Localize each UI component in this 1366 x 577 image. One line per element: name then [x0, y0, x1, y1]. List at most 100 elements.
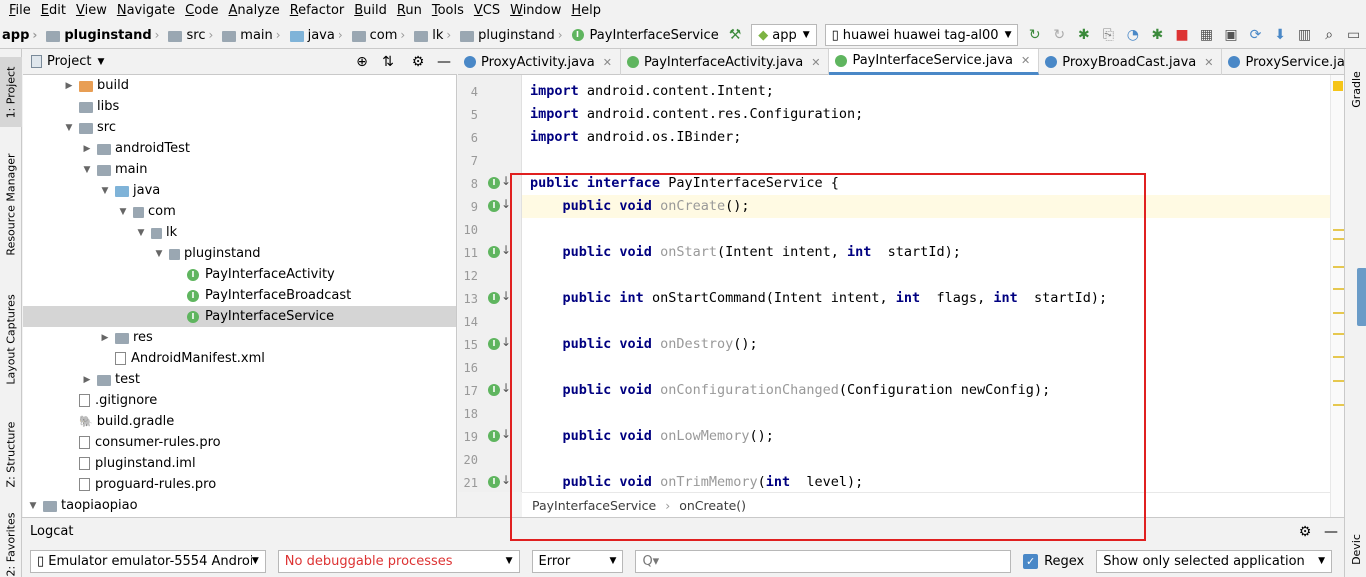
- tool-tab-project[interactable]: 1: Project: [0, 57, 22, 127]
- implemented-icon[interactable]: I: [488, 384, 500, 396]
- breadcrumb-item[interactable]: src ›: [168, 22, 222, 49]
- menu-analyze[interactable]: Analyze: [223, 0, 284, 22]
- menu-file[interactable]: File: [4, 0, 36, 22]
- project-structure-icon[interactable]: ▦: [1196, 24, 1217, 46]
- tree-item[interactable]: ▼ com: [23, 201, 456, 222]
- tree-item[interactable]: ▼ lk: [23, 222, 456, 243]
- collapsed-arrow-icon[interactable]: ▶: [81, 144, 93, 154]
- breadcrumb-item[interactable]: pluginstand ›: [46, 22, 168, 49]
- locate-icon[interactable]: ⊕: [351, 51, 373, 73]
- rerun-icon[interactable]: ↻: [1024, 24, 1045, 46]
- breadcrumb-item[interactable]: java ›: [289, 22, 352, 49]
- gear-icon[interactable]: ⚙: [407, 51, 429, 73]
- collapsed-arrow-icon[interactable]: ▶: [63, 81, 75, 91]
- tree-item[interactable]: consumer-rules.pro: [23, 432, 456, 453]
- warning-indicator-icon[interactable]: [1333, 81, 1343, 91]
- menu-window[interactable]: Window: [505, 0, 566, 22]
- tree-item[interactable]: proguard-rules.pro: [23, 474, 456, 495]
- gear-icon[interactable]: ⚙: [1294, 521, 1316, 543]
- apply-changes-icon[interactable]: ↻: [1049, 24, 1070, 46]
- sync-icon[interactable]: ⟳: [1245, 24, 1266, 46]
- menu-navigate[interactable]: Navigate: [112, 0, 180, 22]
- marker[interactable]: [1333, 404, 1344, 406]
- menu-help[interactable]: Help: [566, 0, 606, 22]
- menu-view[interactable]: View: [71, 0, 112, 22]
- tab-proxybroadcast[interactable]: ProxyBroadCast.java ✕: [1039, 49, 1223, 75]
- avd-manager-icon[interactable]: ▣: [1221, 24, 1242, 46]
- regex-checkbox[interactable]: ✓: [1023, 553, 1039, 569]
- tab-payinterfaceservice[interactable]: PayInterfaceService.java ✕: [829, 49, 1040, 75]
- tree-item[interactable]: AndroidManifest.xml: [23, 348, 456, 369]
- marker[interactable]: [1333, 238, 1344, 240]
- tree-item[interactable]: I PayInterfaceBroadcast: [23, 285, 456, 306]
- tree-item[interactable]: ▶ res: [23, 327, 456, 348]
- marker[interactable]: [1333, 312, 1344, 314]
- tree-item[interactable]: ▼ java: [23, 180, 456, 201]
- collapsed-arrow-icon[interactable]: ▶: [99, 333, 111, 343]
- breadcrumb-item[interactable]: lk ›: [414, 22, 460, 49]
- expanded-arrow-icon[interactable]: ▼: [81, 165, 93, 175]
- implemented-icon[interactable]: I: [488, 430, 500, 442]
- expanded-arrow-icon[interactable]: ▼: [63, 123, 75, 133]
- tree-item[interactable]: 🐘 build.gradle: [23, 411, 456, 432]
- menu-tools[interactable]: Tools: [427, 0, 469, 22]
- implemented-icon[interactable]: I: [488, 177, 500, 189]
- hide-icon[interactable]: —: [1320, 521, 1342, 543]
- marker[interactable]: [1333, 380, 1344, 382]
- implemented-icon[interactable]: I: [488, 246, 500, 258]
- close-icon[interactable]: ✕: [1021, 54, 1030, 67]
- tool-tab-structure[interactable]: Z: Structure: [0, 414, 22, 494]
- expanded-arrow-icon[interactable]: ▼: [135, 228, 147, 238]
- menu-vcs[interactable]: VCS: [469, 0, 505, 22]
- tree-item[interactable]: ▶ androidTest: [23, 138, 456, 159]
- tool-tab-layout-captures[interactable]: Layout Captures: [0, 289, 22, 389]
- collapsed-arrow-icon[interactable]: ▶: [81, 375, 93, 385]
- run-config-select[interactable]: ◆ app ▼: [751, 24, 817, 46]
- hammer-icon[interactable]: ⚒: [725, 24, 746, 46]
- tree-item[interactable]: ▼ main: [23, 159, 456, 180]
- close-icon[interactable]: ✕: [603, 56, 612, 69]
- project-view-select[interactable]: Project: [47, 54, 91, 69]
- tool-tab-gradle[interactable]: Gradle: [1345, 59, 1366, 119]
- close-icon[interactable]: ✕: [811, 56, 820, 69]
- sdk-manager-icon[interactable]: ⬇: [1270, 24, 1291, 46]
- breadcrumb-item[interactable]: app ›: [2, 22, 46, 49]
- tree-item[interactable]: pluginstand.iml: [23, 453, 456, 474]
- tree-item[interactable]: libs: [23, 96, 456, 117]
- breadcrumb-item[interactable]: pluginstand ›: [460, 22, 571, 49]
- expanded-arrow-icon[interactable]: ▼: [153, 249, 165, 259]
- expanded-arrow-icon[interactable]: ▼: [117, 207, 129, 217]
- debug-icon[interactable]: ✱: [1074, 24, 1095, 46]
- breadcrumb-item[interactable]: main ›: [222, 22, 289, 49]
- tree-item[interactable]: I PayInterfaceService: [23, 306, 456, 327]
- tree-item[interactable]: ▶ build: [23, 75, 456, 96]
- tree-item[interactable]: ▼ taopiaopiao: [23, 495, 456, 516]
- marker[interactable]: [1333, 356, 1344, 358]
- tree-item[interactable]: I PayInterfaceActivity: [23, 264, 456, 285]
- implemented-icon[interactable]: I: [488, 476, 500, 488]
- tree-item[interactable]: ▼ pluginstand: [23, 243, 456, 264]
- editor-error-stripe[interactable]: [1330, 75, 1344, 517]
- implemented-icon[interactable]: I: [488, 338, 500, 350]
- menu-edit[interactable]: Edit: [36, 0, 71, 22]
- tree-item[interactable]: .gitignore: [23, 390, 456, 411]
- menu-run[interactable]: Run: [392, 0, 427, 22]
- window-icon[interactable]: ▭: [1343, 24, 1364, 46]
- tab-payinterfaceactivity[interactable]: PayInterfaceActivity.java ✕: [621, 49, 830, 75]
- menu-refactor[interactable]: Refactor: [285, 0, 350, 22]
- coverage-icon[interactable]: ✱: [1147, 24, 1168, 46]
- device-select[interactable]: ▯ huawei huawei tag-al00 ▼: [824, 24, 1019, 46]
- tree-item[interactable]: ▼ src: [23, 117, 456, 138]
- stop-icon[interactable]: ■: [1172, 24, 1193, 46]
- menu-code[interactable]: Code: [180, 0, 223, 22]
- implemented-icon[interactable]: I: [488, 292, 500, 304]
- implemented-icon[interactable]: I: [488, 200, 500, 212]
- breadcrumb-item[interactable]: I PayInterfaceService: [571, 22, 723, 49]
- breadcrumb-item[interactable]: com ›: [351, 22, 415, 49]
- tab-proxyactivity[interactable]: ProxyActivity.java ✕: [458, 49, 621, 75]
- tool-tab-device[interactable]: Devic: [1345, 524, 1366, 574]
- profile-icon[interactable]: ◔: [1123, 24, 1144, 46]
- menu-build[interactable]: Build: [349, 0, 392, 22]
- expanded-arrow-icon[interactable]: ▼: [27, 501, 39, 511]
- search-icon[interactable]: ⌕: [1319, 24, 1340, 46]
